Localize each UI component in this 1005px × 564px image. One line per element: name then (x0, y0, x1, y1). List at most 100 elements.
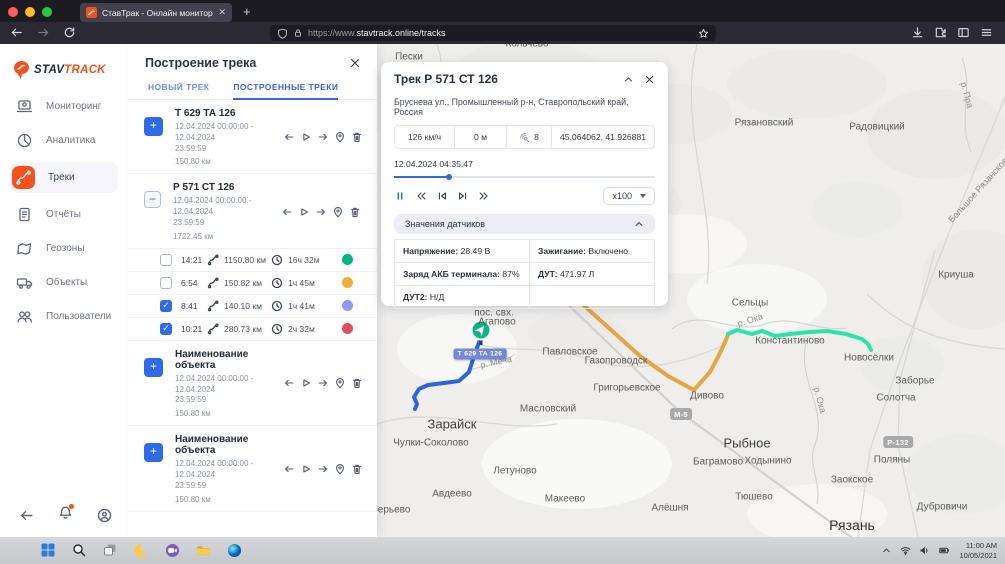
locate-track-icon[interactable] (334, 463, 346, 475)
delete-track-icon[interactable] (351, 377, 363, 389)
playback-slider[interactable] (394, 176, 655, 178)
vehicle-label-pill[interactable]: Т 629 ТА 126 (454, 349, 507, 360)
stavtrack-logo[interactable]: STAVTRACK (13, 60, 128, 80)
segment-color-dot[interactable] (342, 277, 353, 288)
track-distance: 150.80 км (175, 409, 281, 418)
notifications-button[interactable] (58, 505, 73, 525)
expand-track-button[interactable]: + (144, 358, 163, 377)
sidebar-item-tracks[interactable]: Треки (10, 162, 118, 193)
battery-icon[interactable] (938, 545, 951, 556)
step-back-icon[interactable] (283, 463, 295, 475)
locate-track-icon[interactable] (334, 377, 346, 389)
segment-checkbox[interactable]: ✓ (160, 300, 172, 312)
locate-track-icon[interactable] (334, 131, 346, 143)
start-button[interactable] (38, 540, 58, 560)
play-track-icon[interactable] (300, 377, 312, 389)
moon-app-icon[interactable] (131, 540, 151, 560)
track-period: 12.04.2024 00:00:00 - 12.04.202423:59:59 (175, 374, 281, 406)
next-point-icon[interactable] (457, 190, 469, 202)
close-window-button[interactable] (8, 7, 18, 17)
play-track-icon[interactable] (298, 206, 310, 218)
map-label: Макеево (545, 494, 585, 505)
tracking-shield-icon[interactable] (277, 28, 288, 39)
step-back-icon[interactable] (283, 377, 295, 389)
step-back-icon[interactable] (281, 206, 293, 218)
fast-forward-icon[interactable] (478, 190, 490, 202)
step-forward-icon[interactable] (317, 131, 329, 143)
play-track-icon[interactable] (300, 463, 312, 475)
tab-new-track[interactable]: НОВЫЙ ТРЕК (148, 78, 209, 99)
collapse-sensors-icon[interactable] (634, 219, 644, 229)
delete-track-icon[interactable] (349, 206, 361, 218)
new-tab-button[interactable]: + (243, 4, 251, 19)
lock-icon[interactable] (293, 28, 303, 38)
map-label: Баграмово (693, 457, 743, 468)
tab-built-tracks[interactable]: ПОСТРОЕННЫЕ ТРЕКИ (233, 78, 338, 100)
pause-icon[interactable] (394, 190, 406, 202)
expand-track-button[interactable]: + (144, 117, 163, 136)
close-panel-icon[interactable] (349, 57, 361, 69)
search-icon[interactable] (69, 540, 89, 560)
tray-expand-icon[interactable] (881, 545, 892, 556)
previous-point-icon[interactable] (436, 190, 448, 202)
sidebar-item-objects[interactable]: Объекты (10, 270, 118, 295)
expand-track-button[interactable]: + (144, 443, 163, 462)
extensions-icon[interactable] (934, 26, 947, 39)
playback-speed-select[interactable]: x100 (603, 187, 655, 205)
segment-duration: 1ч 41м (288, 301, 326, 311)
minimize-window-button[interactable] (25, 7, 35, 17)
sidebar-item-monitoring[interactable]: Мониторинг (10, 94, 118, 119)
url-bar[interactable]: https://www.stavtrack.online/tracks (270, 25, 716, 41)
segment-checkbox[interactable] (160, 277, 172, 289)
task-view-icon[interactable] (100, 540, 120, 560)
segment-checkbox[interactable] (160, 254, 172, 266)
delete-track-icon[interactable] (351, 463, 363, 475)
slider-knob[interactable] (446, 174, 452, 180)
segment-checkbox[interactable]: ✓ (160, 323, 172, 335)
sensors-section-header[interactable]: Значения датчиков (394, 214, 655, 234)
volume-icon[interactable] (919, 545, 930, 556)
tray-clock[interactable]: 11:00 AM 10/05/2021 (959, 541, 997, 561)
download-icon[interactable] (911, 26, 924, 39)
step-forward-icon[interactable] (317, 377, 329, 389)
profile-button[interactable] (97, 508, 112, 523)
collapse-track-button[interactable]: − (144, 191, 161, 208)
file-explorer-icon[interactable] (193, 540, 213, 560)
collapse-sidebar-icon[interactable] (19, 508, 34, 523)
edge-browser-icon[interactable] (224, 540, 244, 560)
locate-track-icon[interactable] (332, 206, 344, 218)
tab-close-icon[interactable]: ✕ (218, 8, 226, 17)
sidebar-item-analytics[interactable]: Аналитика (10, 128, 118, 153)
segment-color-dot[interactable] (342, 300, 353, 311)
wifi-icon[interactable] (900, 545, 911, 556)
step-forward-icon[interactable] (315, 206, 327, 218)
delete-track-icon[interactable] (351, 131, 363, 143)
bookmark-star-icon[interactable] (698, 28, 709, 39)
step-back-icon[interactable] (283, 131, 295, 143)
rewind-icon[interactable] (415, 190, 427, 202)
forward-icon[interactable] (37, 26, 50, 39)
sidebar-toggle-icon[interactable] (957, 26, 970, 39)
satellites-value: 8 (507, 126, 552, 148)
browser-tab[interactable]: СтавТрак - Онлайн мониторин ✕ (80, 3, 232, 22)
back-icon[interactable] (10, 26, 23, 39)
sensor-cell: Напряжение: 28.49 В (395, 240, 530, 263)
collapse-detail-icon[interactable] (623, 74, 634, 85)
chat-app-icon[interactable] (162, 540, 182, 560)
route-icon (207, 277, 219, 289)
monitoring-icon (16, 98, 33, 115)
map-label: Григорьевское (593, 383, 660, 394)
play-track-icon[interactable] (300, 131, 312, 143)
sidebar-item-geozones[interactable]: Геозоны (10, 236, 118, 261)
sidebar-item-users[interactable]: Пользователи (10, 304, 118, 329)
map-label: Рязань (829, 517, 875, 533)
reload-icon[interactable] (63, 26, 76, 39)
maximize-window-button[interactable] (42, 7, 52, 17)
segment-color-dot[interactable] (342, 323, 353, 334)
sidebar-item-reports[interactable]: Отчёты (10, 202, 118, 227)
track-item: +Наименование объекта12.04.2024 00:00:00… (128, 426, 377, 511)
step-forward-icon[interactable] (317, 463, 329, 475)
close-detail-icon[interactable] (644, 74, 655, 85)
menu-icon[interactable] (980, 26, 993, 39)
segment-color-dot[interactable] (342, 254, 353, 265)
